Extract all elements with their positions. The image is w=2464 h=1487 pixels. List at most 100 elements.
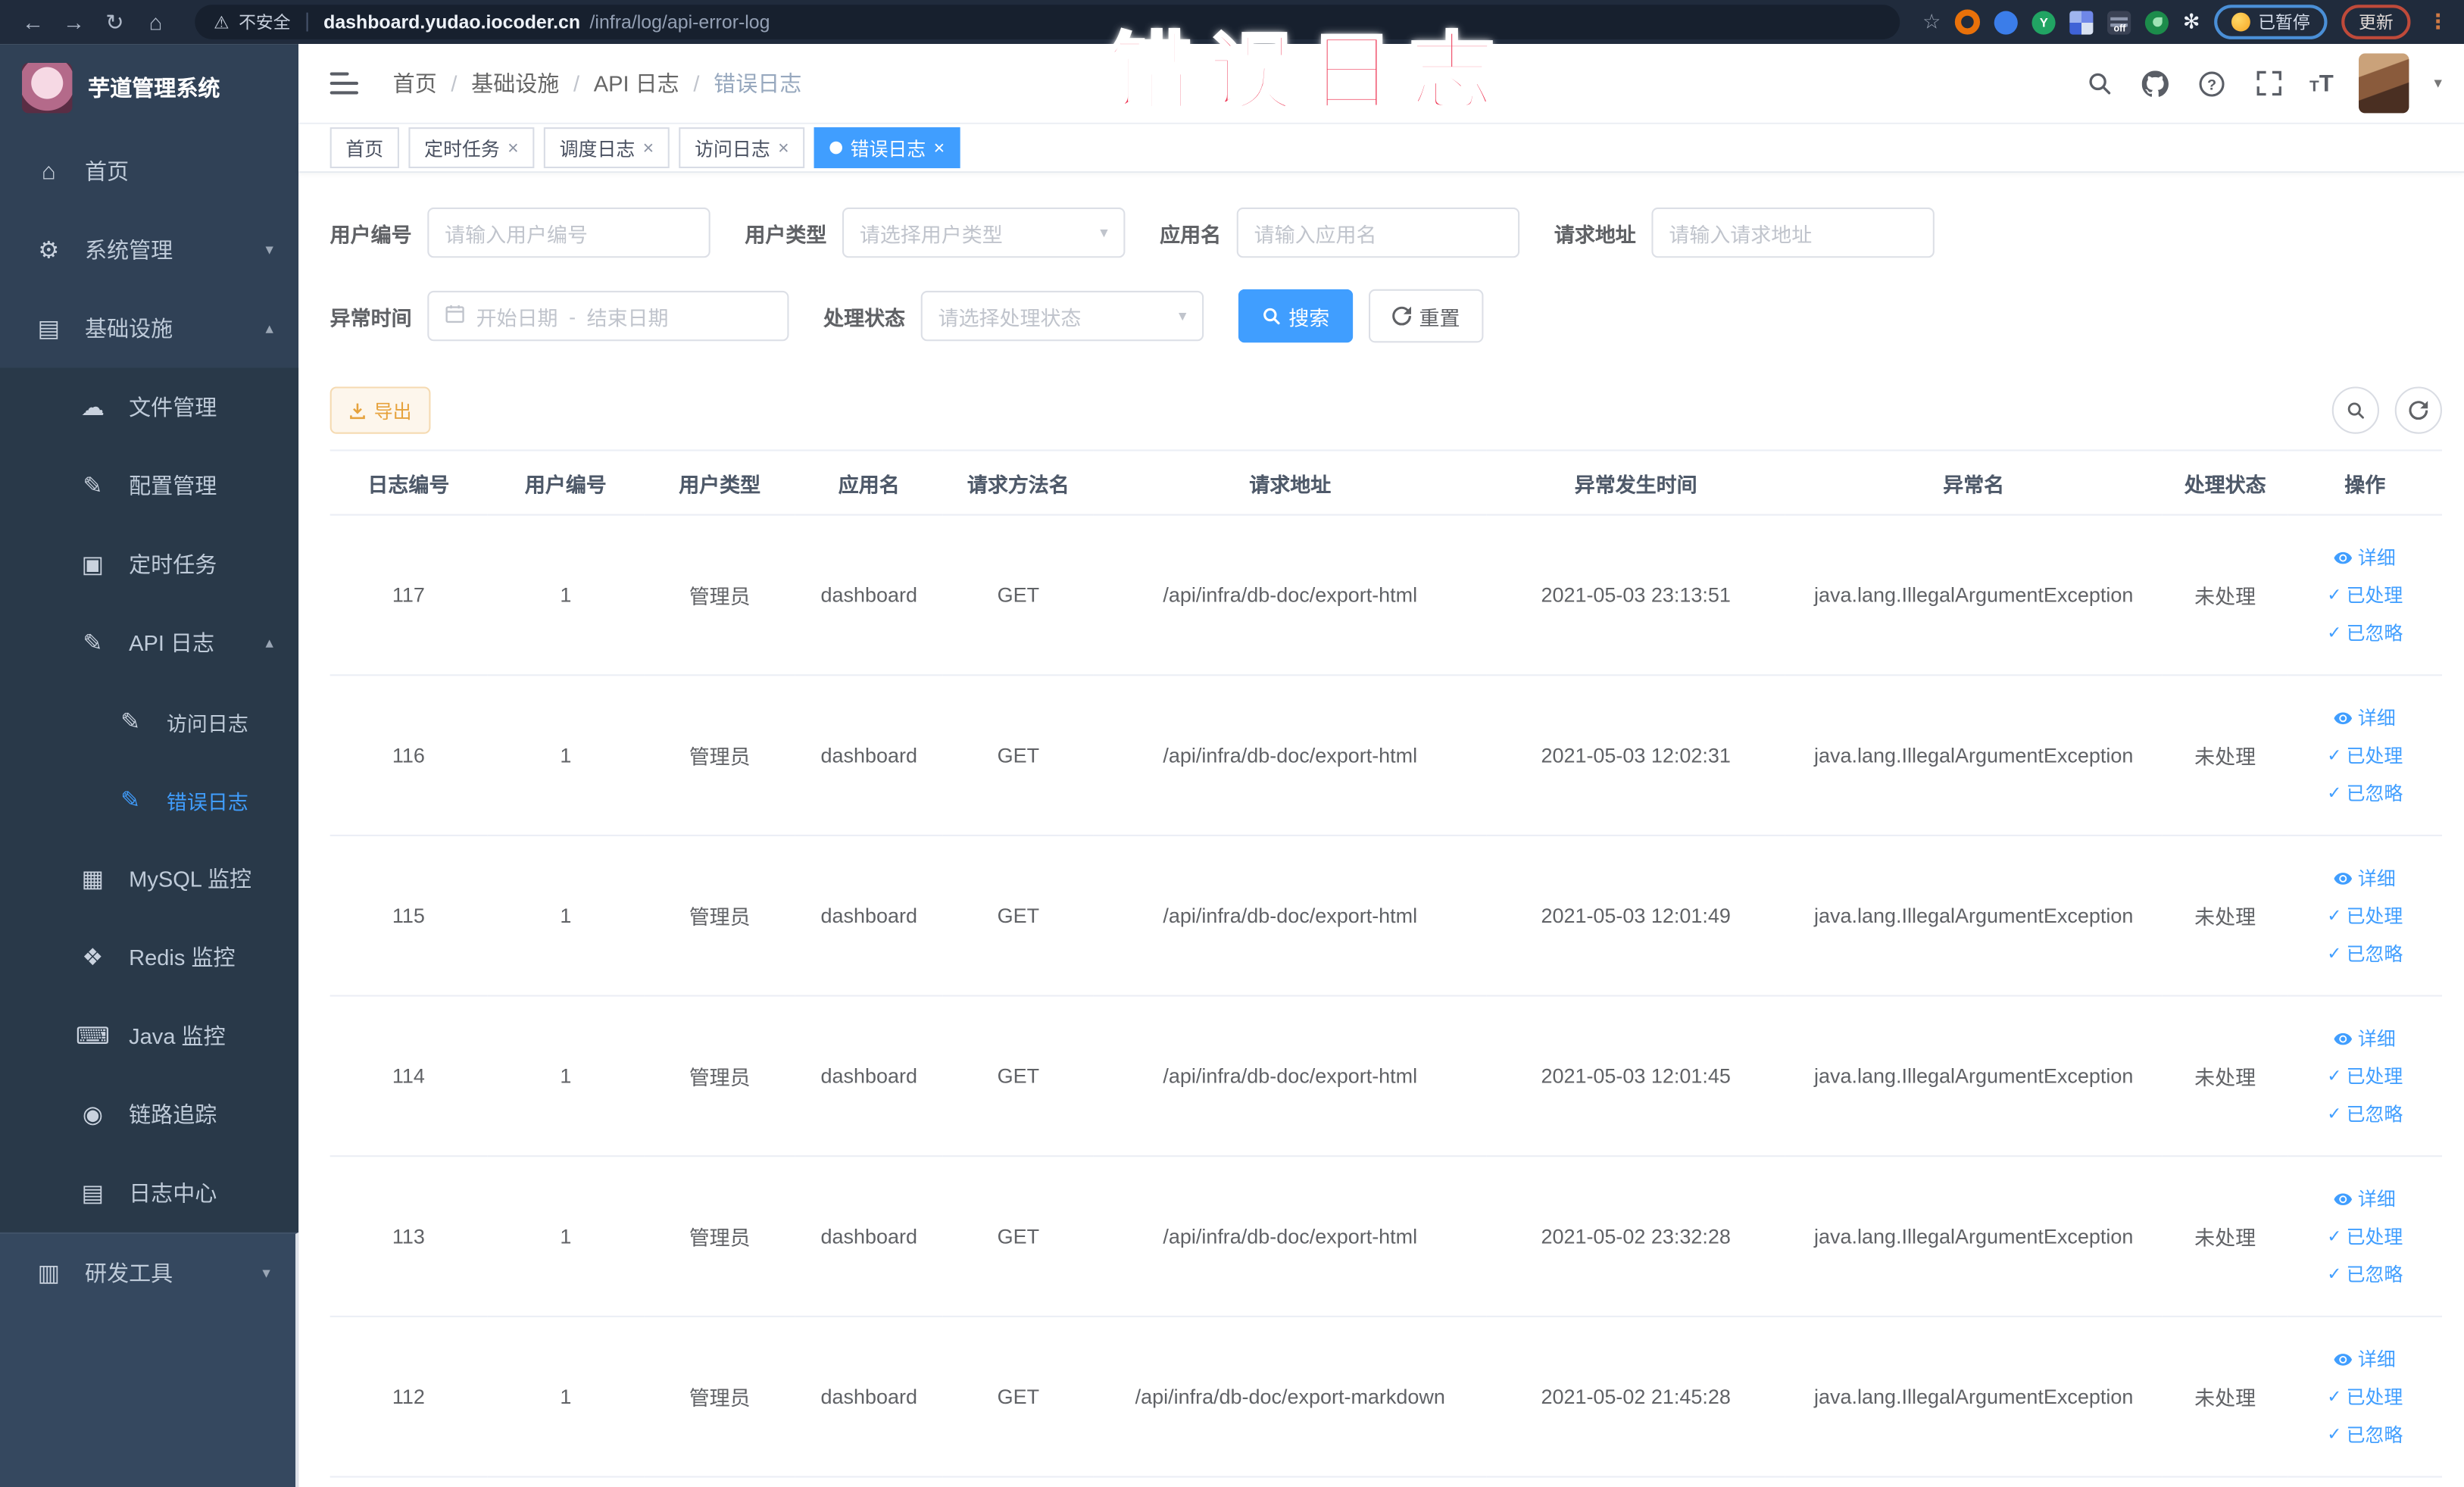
sidebar-item-error-log[interactable]: ✎ 错误日志 (0, 761, 298, 839)
detail-link[interactable]: 详细 (2334, 1025, 2396, 1051)
sidebar-item-trace[interactable]: ◉ 链路追踪 (0, 1075, 298, 1154)
detail-link[interactable]: 详细 (2334, 704, 2396, 731)
table-row: 115 1 管理员 dashboard GET /api/infra/db-do… (329, 835, 2442, 997)
export-button[interactable]: 导出 (329, 386, 431, 434)
mark-ignored-link[interactable]: ✓ 已忽略 (2327, 1261, 2403, 1287)
sidebar-item-redis-monitor[interactable]: ❖ Redis 监控 (0, 918, 298, 997)
sidebar-item-api-log[interactable]: ✎ API 日志 ▴ (0, 604, 298, 683)
reset-button[interactable]: 重置 (1369, 289, 1484, 343)
avatar[interactable] (2358, 53, 2409, 114)
breadcrumb-api-log[interactable]: API 日志 (594, 67, 679, 99)
cell-log-id: 112 (329, 1316, 488, 1478)
extension-paw-icon[interactable]: ✻ (2183, 9, 2200, 34)
tab-label: 定时任务 (424, 137, 500, 160)
app-logo-row[interactable]: 芋道管理系统 (0, 44, 298, 132)
search-toggle-button[interactable] (2331, 386, 2379, 434)
omnibox-divider (306, 12, 308, 32)
redis-icon: ❖ (82, 945, 104, 972)
sidebar-item-mysql-monitor[interactable]: ▦ MySQL 监控 (0, 839, 298, 918)
sidebar-item-dev-tools[interactable]: ▥ 研发工具 ▾ (0, 1234, 295, 1313)
tab-error-log[interactable]: 错误日志 × (814, 127, 960, 169)
font-size-icon[interactable]: TT (2309, 70, 2334, 96)
request-url-input[interactable]: 请输入请求地址 (1651, 207, 1935, 258)
check-icon: ✓ (2327, 623, 2342, 643)
col-app-name: 应用名 (795, 450, 943, 516)
mark-ignored-link[interactable]: ✓ 已忽略 (2327, 620, 2403, 646)
refresh-button[interactable] (2394, 386, 2442, 434)
mark-ignored-link[interactable]: ✓ 已忽略 (2327, 940, 2403, 967)
detail-link[interactable]: 详细 (2334, 864, 2396, 891)
mark-ignored-link[interactable]: ✓ 已忽略 (2327, 779, 2403, 806)
browser-reload-icon[interactable]: ↻ (98, 5, 133, 39)
mark-processed-link[interactable]: ✓ 已处理 (2327, 1063, 2403, 1089)
extension-orange-icon[interactable] (1955, 9, 1981, 35)
extension-green-y-icon[interactable]: Y (2031, 10, 2056, 34)
table-row: 112 1 管理员 dashboard GET /api/infra/db-do… (329, 1316, 2442, 1478)
app-logo (22, 63, 73, 114)
detail-link[interactable]: 详细 (2334, 1186, 2396, 1212)
mark-processed-link[interactable]: ✓ 已处理 (2327, 902, 2403, 929)
breadcrumb-infrastructure[interactable]: 基础设施 (471, 67, 559, 99)
help-icon[interactable]: ? (2197, 67, 2228, 99)
detail-link[interactable]: 详细 (2334, 544, 2396, 570)
col-status: 处理状态 (2162, 450, 2288, 516)
sidebar-item-infrastructure[interactable]: ▤ 基础设施 ▴ (0, 289, 298, 368)
sidebar-item-file-management[interactable]: ☁ 文件管理 (0, 368, 298, 447)
close-icon[interactable]: × (778, 137, 789, 159)
sidebar-item-home[interactable]: ⌂ 首页 (0, 132, 298, 211)
tab-home[interactable]: 首页 (329, 127, 399, 169)
extension-toggle-icon[interactable]: off (2107, 10, 2131, 34)
cell-exception-time: 2021-05-02 21:45:28 (1486, 1316, 1785, 1478)
sidebar-item-system-management[interactable]: ⚙ 系统管理 ▾ (0, 211, 298, 289)
eye-icon (2334, 1353, 2353, 1365)
browser-forward-icon[interactable]: → (57, 5, 92, 39)
bookmark-star-icon[interactable]: ☆ (1922, 9, 1941, 34)
update-button[interactable]: 更新 (2341, 5, 2411, 39)
cell-exception-name: java.lang.IllegalArgumentException (1785, 835, 2163, 997)
github-icon[interactable] (2140, 67, 2171, 99)
extension-blue-icon[interactable] (1994, 10, 2019, 34)
mark-processed-link[interactable]: ✓ 已处理 (2327, 1223, 2403, 1249)
app-name-input[interactable]: 请输入应用名 (1236, 207, 1520, 258)
search-button-label: 搜索 (1288, 305, 1330, 330)
user-id-input[interactable]: 请输入用户编号 (427, 207, 710, 258)
user-id-label: 用户编号 (329, 222, 412, 246)
tab-access-log[interactable]: 访问日志 × (679, 127, 805, 169)
paused-badge[interactable]: 已暂停 (2214, 5, 2328, 39)
fullscreen-icon[interactable] (2253, 67, 2284, 99)
mark-ignored-link[interactable]: ✓ 已忽略 (2327, 1421, 2403, 1448)
check-icon: ✓ (2327, 1426, 2342, 1445)
extension-sprout-icon[interactable] (2145, 10, 2169, 34)
mark-processed-link[interactable]: ✓ 已处理 (2327, 582, 2403, 608)
mark-processed-link[interactable]: ✓ 已处理 (2327, 742, 2403, 768)
user-type-select[interactable]: 请选择用户类型 ▾ (842, 207, 1126, 258)
eye-icon (2334, 551, 2353, 564)
sidebar-item-config-management[interactable]: ✎ 配置管理 (0, 446, 298, 525)
process-status-select[interactable]: 请选择处理状态 ▾ (920, 290, 1204, 342)
tab-schedule-log[interactable]: 调度日志 × (543, 127, 670, 169)
sidebar-item-access-log[interactable]: ✎ 访问日志 (0, 683, 298, 761)
tab-cron-jobs[interactable]: 定时任务 × (408, 127, 535, 169)
detail-link[interactable]: 详细 (2334, 1345, 2396, 1372)
extension-grid-icon[interactable] (2069, 10, 2094, 34)
browser-menu-icon[interactable]: ⋮ (2428, 9, 2448, 34)
chevron-up-icon: ▴ (265, 320, 273, 338)
mark-processed-link[interactable]: ✓ 已处理 (2327, 1383, 2403, 1410)
exception-time-range-picker[interactable]: 开始日期 - 结束日期 (427, 290, 789, 342)
close-icon[interactable]: × (507, 137, 519, 159)
mysql-icon: ▦ (81, 866, 105, 893)
breadcrumb-home[interactable]: 首页 (393, 67, 437, 99)
close-icon[interactable]: × (934, 137, 945, 159)
mark-ignored-link[interactable]: ✓ 已忽略 (2327, 1101, 2403, 1127)
address-bar[interactable]: ⚠ 不安全 dashboard.yudao.iocoder.cn /infra/… (195, 5, 1901, 39)
search-icon[interactable] (2083, 67, 2114, 99)
sidebar-item-java-monitor[interactable]: ⌨ Java 监控 (0, 997, 298, 1076)
avatar-caret-down-icon[interactable]: ▾ (2434, 75, 2442, 92)
sidebar-item-cron-jobs[interactable]: ▣ 定时任务 (0, 525, 298, 604)
hamburger-icon[interactable] (329, 72, 359, 95)
sidebar-item-log-center[interactable]: ▤ 日志中心 (0, 1154, 298, 1232)
close-icon[interactable]: × (643, 137, 654, 159)
browser-back-icon[interactable]: ← (16, 5, 51, 39)
search-button[interactable]: 搜索 (1238, 289, 1354, 343)
browser-home-icon[interactable]: ⌂ (139, 5, 173, 39)
